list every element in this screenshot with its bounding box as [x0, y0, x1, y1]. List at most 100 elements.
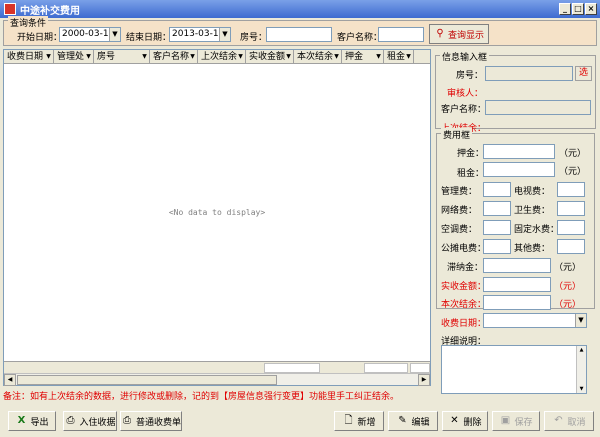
- chevron-down-icon[interactable]: ▼: [109, 28, 120, 41]
- export-button-label: 导出: [30, 417, 49, 428]
- column-header[interactable]: 上次结余 ▼: [198, 50, 246, 63]
- fee-legend: 费用框: [441, 128, 473, 141]
- deposit-input[interactable]: [483, 144, 555, 159]
- fee-group: 费用框 押金： （元） 租金： （元） 管理费： 电视费： 网络费： 卫生费： …: [436, 128, 595, 310]
- cancel-icon: ↶: [554, 415, 563, 426]
- mgmt-fee-input[interactable]: [483, 182, 511, 197]
- save-button[interactable]: ▣ 保存: [492, 411, 540, 431]
- add-button[interactable]: 🗋 新增: [334, 411, 384, 431]
- edit-button[interactable]: ✎ 编辑: [388, 411, 438, 431]
- deposit-unit: （元）: [559, 149, 587, 159]
- rent-input[interactable]: [483, 162, 555, 177]
- column-filter-icon[interactable]: ▼: [405, 53, 412, 60]
- column-filter-icon[interactable]: ▼: [45, 53, 52, 60]
- column-header[interactable]: 租金 ▼: [384, 50, 414, 63]
- shared-elec-input[interactable]: [483, 239, 511, 254]
- scroll-up-icon[interactable]: ▲: [577, 346, 586, 354]
- column-header[interactable]: 客户名称 ▼: [150, 50, 198, 63]
- fee-records-grid[interactable]: 收费日期 ▼ 管理处 ▼ 房号 ▼ 客户名称 ▼ 上次结余 ▼ 实收金额 ▼ 本次结余 ▼ 押金 ▼ 租金 ▼ <…: [3, 49, 431, 386]
- network-fee-label: 网络费：: [441, 206, 478, 216]
- received-unit: （元）: [554, 282, 582, 292]
- customer-label: 客户名称：: [441, 105, 487, 115]
- search-button[interactable]: ⚲ 查询显示: [429, 24, 489, 44]
- delete-icon: ✕: [450, 415, 459, 426]
- customer-input[interactable]: [378, 27, 424, 42]
- select-room-button[interactable]: 选: [575, 66, 592, 81]
- column-filter-icon[interactable]: ▼: [141, 53, 148, 60]
- start-date-label: 开始日期：: [17, 33, 63, 43]
- cancel-button-label: 取消: [567, 417, 586, 428]
- room-input[interactable]: [266, 27, 332, 42]
- chevron-down-icon[interactable]: ▼: [219, 28, 230, 41]
- binoculars-icon: ⚲: [436, 28, 444, 39]
- auditor-label: 审核人：: [447, 89, 484, 99]
- charge-date-picker[interactable]: ▼: [483, 313, 587, 328]
- customer-label: 客户名称：: [337, 33, 383, 43]
- column-header[interactable]: 实收金额 ▼: [246, 50, 294, 63]
- column-filter-icon[interactable]: ▼: [333, 53, 340, 60]
- remark-note: 备注：如有上次结余的数据，进行修改或删除，记的到【房屋信息强行变更】功能里手工纠…: [3, 392, 400, 402]
- other-fee-input[interactable]: [557, 239, 585, 254]
- column-filter-icon[interactable]: ▼: [85, 53, 92, 60]
- maximize-button[interactable]: □: [572, 3, 584, 15]
- column-header[interactable]: 管理处 ▼: [54, 50, 94, 63]
- received-input[interactable]: [483, 277, 551, 292]
- balance-input[interactable]: [483, 295, 551, 310]
- end-date-value: 2013-03-19: [172, 29, 225, 39]
- water-fee-label: 固定水费：: [514, 225, 560, 235]
- scroll-right-icon[interactable]: ▶: [418, 374, 430, 386]
- no-data-message: <No data to display>: [168, 208, 266, 217]
- export-button[interactable]: X 导出: [8, 411, 56, 431]
- column-header[interactable]: 本次结余 ▼: [294, 50, 342, 63]
- column-filter-icon[interactable]: ▼: [375, 53, 382, 60]
- column-header[interactable]: 房号 ▼: [94, 50, 150, 63]
- close-button[interactable]: ×: [585, 3, 597, 15]
- printer-icon: ⎙: [66, 415, 75, 426]
- sanitation-fee-input[interactable]: [557, 201, 585, 216]
- end-date-picker[interactable]: 2013-03-19 ▼: [169, 27, 231, 42]
- network-fee-input[interactable]: [483, 201, 511, 216]
- column-filter-icon[interactable]: ▼: [285, 53, 292, 60]
- end-date-label: 结束日期：: [126, 33, 172, 43]
- tv-fee-input[interactable]: [557, 182, 585, 197]
- mgmt-fee-label: 管理费：: [441, 187, 478, 197]
- grid-summary-row: [4, 361, 430, 373]
- late-fee-label: 滞纳金：: [447, 263, 484, 273]
- chevron-down-icon[interactable]: ▼: [575, 314, 586, 327]
- shared-elec-label: 公摊电费：: [441, 244, 487, 254]
- charge-date-label: 收费日期：: [441, 319, 487, 329]
- horizontal-scrollbar[interactable]: ◀ ▶: [4, 373, 430, 386]
- scrollbar-thumb[interactable]: [17, 375, 277, 385]
- late-fee-input[interactable]: [483, 258, 551, 273]
- room-label: 房号：: [456, 71, 484, 81]
- column-header[interactable]: 押金 ▼: [342, 50, 384, 63]
- ac-fee-label: 空调费：: [441, 225, 478, 235]
- column-header[interactable]: 收费日期 ▼: [4, 50, 54, 63]
- room-field[interactable]: [485, 66, 573, 81]
- save-icon: ▣: [500, 415, 511, 426]
- delete-button-label: 删除: [463, 417, 482, 428]
- column-filter-icon[interactable]: ▼: [189, 53, 196, 60]
- save-button-label: 保存: [514, 417, 533, 428]
- ac-fee-input[interactable]: [483, 220, 511, 235]
- scroll-down-icon[interactable]: ▼: [577, 385, 586, 393]
- normal-receipt-button[interactable]: ⎙ 普通收费单: [120, 411, 182, 431]
- normal-receipt-label: 普通收费单: [135, 417, 181, 428]
- minimize-button[interactable]: _: [559, 3, 571, 15]
- start-date-value: 2000-03-19: [62, 29, 115, 39]
- start-date-picker[interactable]: 2000-03-19 ▼: [59, 27, 121, 42]
- room-label: 房号：: [240, 33, 268, 43]
- cancel-button[interactable]: ↶ 取消: [544, 411, 594, 431]
- detail-textarea[interactable]: ▲ ▼: [441, 345, 587, 394]
- column-filter-icon[interactable]: ▼: [237, 53, 244, 60]
- vertical-scrollbar[interactable]: ▲ ▼: [576, 346, 586, 393]
- delete-button[interactable]: ✕ 删除: [442, 411, 488, 431]
- water-fee-input[interactable]: [557, 220, 585, 235]
- info-input-group: 信息输入框 房号： 选 审核人： 客户名称： 上次结余：: [435, 50, 596, 134]
- sanitation-fee-label: 卫生费：: [514, 206, 551, 216]
- window-title: 中途补交费用: [20, 5, 80, 17]
- info-input-legend: 信息输入框: [440, 50, 490, 63]
- scroll-left-icon[interactable]: ◀: [4, 374, 16, 386]
- customer-field[interactable]: [485, 100, 591, 115]
- checkin-receipt-button[interactable]: ⎙ 入住收据: [63, 411, 117, 431]
